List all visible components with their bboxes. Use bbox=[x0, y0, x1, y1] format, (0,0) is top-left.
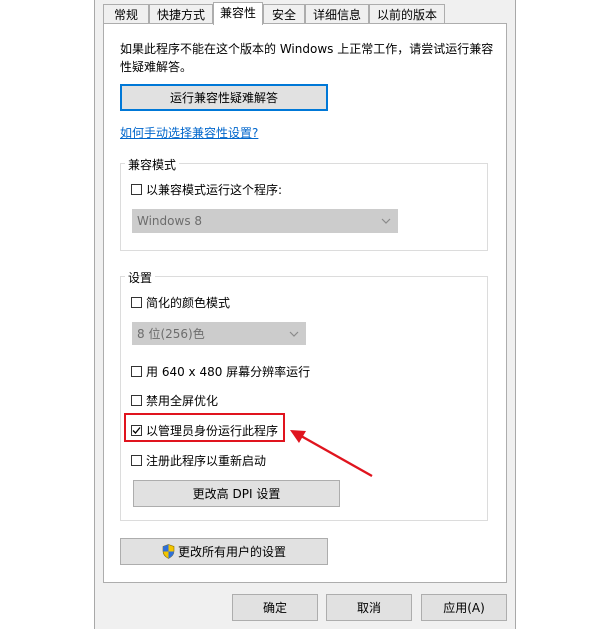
settings-group: 设置 简化的颜色模式 8 位(256)色 用 640 x 480 屏幕分辨率运行… bbox=[120, 269, 488, 521]
compat-mode-checkbox[interactable]: 以兼容模式运行这个程序: bbox=[131, 181, 282, 198]
checkbox-box bbox=[131, 455, 142, 466]
chevron-down-icon bbox=[381, 218, 391, 224]
register-restart-checkbox[interactable]: 注册此程序以重新启动 bbox=[131, 452, 266, 469]
change-dpi-settings-button[interactable]: 更改高 DPI 设置 bbox=[133, 480, 340, 507]
disable-fullscreen-optimization-checkbox[interactable]: 禁用全屏优化 bbox=[131, 392, 218, 409]
compat-description: 如果此程序不能在这个版本的 Windows 上正常工作，请尝试运行兼容性疑难解答… bbox=[120, 42, 494, 74]
compat-os-select[interactable]: Windows 8 bbox=[132, 209, 398, 233]
tab-shortcut[interactable]: 快捷方式 bbox=[149, 4, 213, 24]
reduced-color-checkbox[interactable]: 简化的颜色模式 bbox=[131, 294, 230, 311]
color-depth-select[interactable]: 8 位(256)色 bbox=[132, 322, 306, 345]
tab-security[interactable]: 安全 bbox=[263, 4, 305, 24]
checkbox-box bbox=[131, 297, 142, 308]
tab-previous-versions[interactable]: 以前的版本 bbox=[369, 4, 445, 24]
change-all-users-button[interactable]: 更改所有用户的设置 bbox=[120, 538, 328, 565]
settings-legend: 设置 bbox=[125, 269, 156, 286]
tab-strip: 常规 快捷方式 兼容性 安全 详细信息 以前的版本 bbox=[103, 2, 509, 25]
manual-settings-link[interactable]: 如何手动选择兼容性设置? bbox=[120, 124, 258, 141]
tab-general[interactable]: 常规 bbox=[103, 4, 149, 24]
apply-button[interactable]: 应用(A) bbox=[421, 594, 507, 621]
properties-dialog: 常规 快捷方式 兼容性 安全 详细信息 以前的版本 如果此程序不能在这个版本的 … bbox=[94, 0, 516, 629]
compat-mode-group: 兼容模式 以兼容模式运行这个程序: Windows 8 bbox=[120, 156, 488, 251]
compatibility-page: 如果此程序不能在这个版本的 Windows 上正常工作，请尝试运行兼容性疑难解答… bbox=[103, 23, 507, 583]
annotation-arrow-icon bbox=[290, 430, 373, 478]
tab-compatibility[interactable]: 兼容性 bbox=[213, 2, 263, 25]
ok-button[interactable]: 确定 bbox=[232, 594, 318, 621]
uac-shield-icon bbox=[162, 544, 175, 559]
compat-mode-legend: 兼容模式 bbox=[125, 156, 180, 173]
run-troubleshooter-button[interactable]: 运行兼容性疑难解答 bbox=[120, 84, 328, 111]
cancel-button[interactable]: 取消 bbox=[326, 594, 412, 621]
checkbox-box bbox=[131, 395, 142, 406]
checkbox-box bbox=[131, 366, 142, 377]
tab-details[interactable]: 详细信息 bbox=[305, 4, 369, 24]
chevron-down-icon bbox=[289, 331, 299, 337]
low-resolution-checkbox[interactable]: 用 640 x 480 屏幕分辨率运行 bbox=[131, 363, 310, 380]
annotation-highlight-box bbox=[124, 413, 285, 442]
checkbox-box bbox=[131, 184, 142, 195]
